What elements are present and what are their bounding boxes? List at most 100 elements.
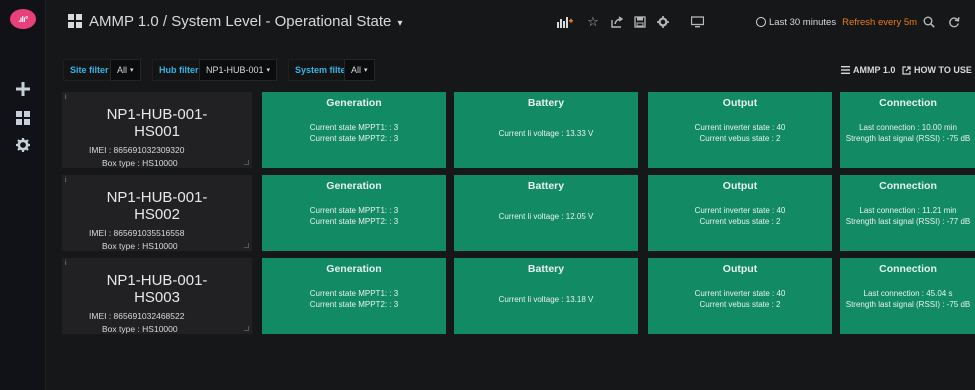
panel-values: Current inverter state : 40 Current vebu… <box>648 122 832 144</box>
view-mode-button[interactable] <box>686 12 708 32</box>
hub-imei: IMEI : 865691032309320 <box>89 145 185 155</box>
vebus-state: Current vebus state : 2 <box>699 217 781 226</box>
connection-panel[interactable]: Connection Last connection : 45.04 s Str… <box>840 258 975 334</box>
mppt1-state: Current state MPPT1: : 3 <box>309 289 399 298</box>
ammp-link[interactable]: AMMP 1.0 <box>841 59 895 81</box>
external-link-icon <box>902 65 911 75</box>
chevron-down-icon: ▾ <box>397 18 403 29</box>
last-connection: Last connection : 10.00 min <box>859 123 957 132</box>
clock-icon <box>756 17 766 27</box>
generation-panel[interactable]: Generation Current state MPPT1: : 3 Curr… <box>262 258 446 334</box>
refresh-icon <box>949 17 960 28</box>
hub-name: NP1-HUB-001- HS001 <box>62 106 252 140</box>
app-logo[interactable]: .ılı° <box>10 9 36 29</box>
connection-panel[interactable]: Connection Last connection : 11.21 min S… <box>840 175 975 251</box>
panel-title: Battery <box>527 263 565 275</box>
side-menu: .ılı° <box>0 0 46 390</box>
chevron-down-icon: ▾ <box>364 67 368 74</box>
share-button[interactable] <box>606 12 628 32</box>
hub-name: NP1-HUB-001- HS002 <box>62 189 252 223</box>
signal-strength: Strength last signal (RSSI) : -75 dB <box>845 300 971 309</box>
gear-icon[interactable] <box>14 136 32 154</box>
hub-info-panel[interactable]: i NP1-HUB-001- HS001 IMEI : 865691032309… <box>62 92 252 168</box>
panel-values: Last connection : 11.21 min Strength las… <box>840 205 975 227</box>
panel-title: Generation <box>326 180 382 192</box>
resize-handle-icon[interactable] <box>244 160 249 165</box>
hub-name-line1: NP1-HUB-001- <box>106 189 208 206</box>
settings-button[interactable] <box>652 12 674 32</box>
hub-box-type: Box type : HS10000 <box>102 158 178 168</box>
site-filter-label: Site filter <box>63 59 116 81</box>
star-icon: ☆ <box>587 14 599 29</box>
zoom-out-button[interactable] <box>918 12 940 32</box>
panel-values: Last connection : 45.04 s Strength last … <box>840 288 975 310</box>
battery-panel[interactable]: Battery Current li voltage : 13.18 V <box>454 258 638 334</box>
hub-filter-select[interactable]: NP1-HUB-001 ▾ <box>199 59 278 81</box>
mppt2-state: Current state MPPT2: : 3 <box>309 300 399 309</box>
dashboard-grid-icon <box>68 14 82 28</box>
resize-handle-icon[interactable] <box>244 326 249 331</box>
time-picker-button[interactable]: Last 30 minutes Refresh every 5m <box>756 12 917 32</box>
resize-handle-icon[interactable] <box>244 243 249 248</box>
panel-title: Battery <box>527 180 565 192</box>
hub-info-panel[interactable]: i NP1-HUB-001- HS002 IMEI : 865691035516… <box>62 175 252 251</box>
panel-values: Current state MPPT1: : 3 Current state M… <box>262 205 446 227</box>
last-connection: Last connection : 45.04 s <box>863 289 953 298</box>
search-icon <box>923 16 935 28</box>
how-to-use-link[interactable]: HOW TO USE <box>902 59 972 81</box>
inverter-state: Current inverter state : 40 <box>694 289 786 298</box>
output-panel[interactable]: Output Current inverter state : 40 Curre… <box>648 175 832 251</box>
panel-values: Last connection : 10.00 min Strength las… <box>840 122 975 144</box>
signal-strength: Strength last signal (RSSI) : -75 dB <box>845 134 971 143</box>
menu-icon <box>841 66 850 74</box>
add-panel-button[interactable] <box>554 12 576 32</box>
ammp-link-label: AMMP 1.0 <box>853 65 896 75</box>
time-range-label: Last 30 minutes <box>769 16 837 28</box>
hub-name-line1: NP1-HUB-001- <box>106 106 208 123</box>
panel-title: Output <box>722 97 758 109</box>
info-icon: i <box>65 177 67 184</box>
top-navbar: AMMP 1.0 / System Level - Operational St… <box>46 0 975 44</box>
battery-voltage: Current li voltage : 12.05 V <box>498 212 594 221</box>
connection-panel[interactable]: Connection Last connection : 10.00 min S… <box>840 92 975 168</box>
refresh-interval-label: Refresh every 5m <box>842 16 918 28</box>
panel-values: Current li voltage : 12.05 V <box>454 211 638 222</box>
panel-title: Connection <box>879 180 937 192</box>
panel-values: Current inverter state : 40 Current vebu… <box>648 288 832 310</box>
dashboards-icon[interactable] <box>14 109 32 127</box>
refresh-button[interactable] <box>943 12 965 32</box>
hub-row: i NP1-HUB-001- HS002 IMEI : 865691035516… <box>62 175 975 251</box>
mppt2-state: Current state MPPT2: : 3 <box>309 217 399 226</box>
dashboard-title[interactable]: AMMP 1.0 / System Level - Operational St… <box>89 13 403 30</box>
hub-row: i NP1-HUB-001- HS001 IMEI : 865691032309… <box>62 92 975 168</box>
inverter-state: Current inverter state : 40 <box>694 206 786 215</box>
share-icon <box>611 16 623 28</box>
star-button[interactable]: ☆ <box>582 12 604 32</box>
output-panel[interactable]: Output Current inverter state : 40 Curre… <box>648 92 832 168</box>
battery-panel[interactable]: Battery Current li voltage : 13.33 V <box>454 92 638 168</box>
hub-box-type: Box type : HS10000 <box>102 324 178 334</box>
generation-panel[interactable]: Generation Current state MPPT1: : 3 Curr… <box>262 175 446 251</box>
panel-title: Battery <box>527 97 565 109</box>
panel-values: Current state MPPT1: : 3 Current state M… <box>262 122 446 144</box>
output-panel[interactable]: Output Current inverter state : 40 Curre… <box>648 258 832 334</box>
site-filter-select[interactable]: All ▾ <box>110 59 141 81</box>
info-icon: i <box>65 94 67 101</box>
hub-info-panel[interactable]: i NP1-HUB-001- HS003 IMEI : 865691032468… <box>62 258 252 334</box>
hub-filter-label: Hub filter <box>152 59 206 81</box>
panel-title: Generation <box>326 97 382 109</box>
panel-title: Generation <box>326 263 382 275</box>
save-button[interactable] <box>629 12 651 32</box>
site-filter-value: All <box>117 65 128 75</box>
vebus-state: Current vebus state : 2 <box>699 134 781 143</box>
panel-title: Connection <box>879 97 937 109</box>
plus-icon[interactable] <box>14 80 32 98</box>
generation-panel[interactable]: Generation Current state MPPT1: : 3 Curr… <box>262 92 446 168</box>
battery-panel[interactable]: Battery Current li voltage : 12.05 V <box>454 175 638 251</box>
vebus-state: Current vebus state : 2 <box>699 300 781 309</box>
dashboard-title-text: AMMP 1.0 / System Level - Operational St… <box>89 13 392 30</box>
system-filter-select[interactable]: All ▾ <box>344 59 375 81</box>
mppt1-state: Current state MPPT1: : 3 <box>309 206 399 215</box>
hub-box-type: Box type : HS10000 <box>102 241 178 251</box>
hub-name-line2: HS001 <box>134 123 180 140</box>
